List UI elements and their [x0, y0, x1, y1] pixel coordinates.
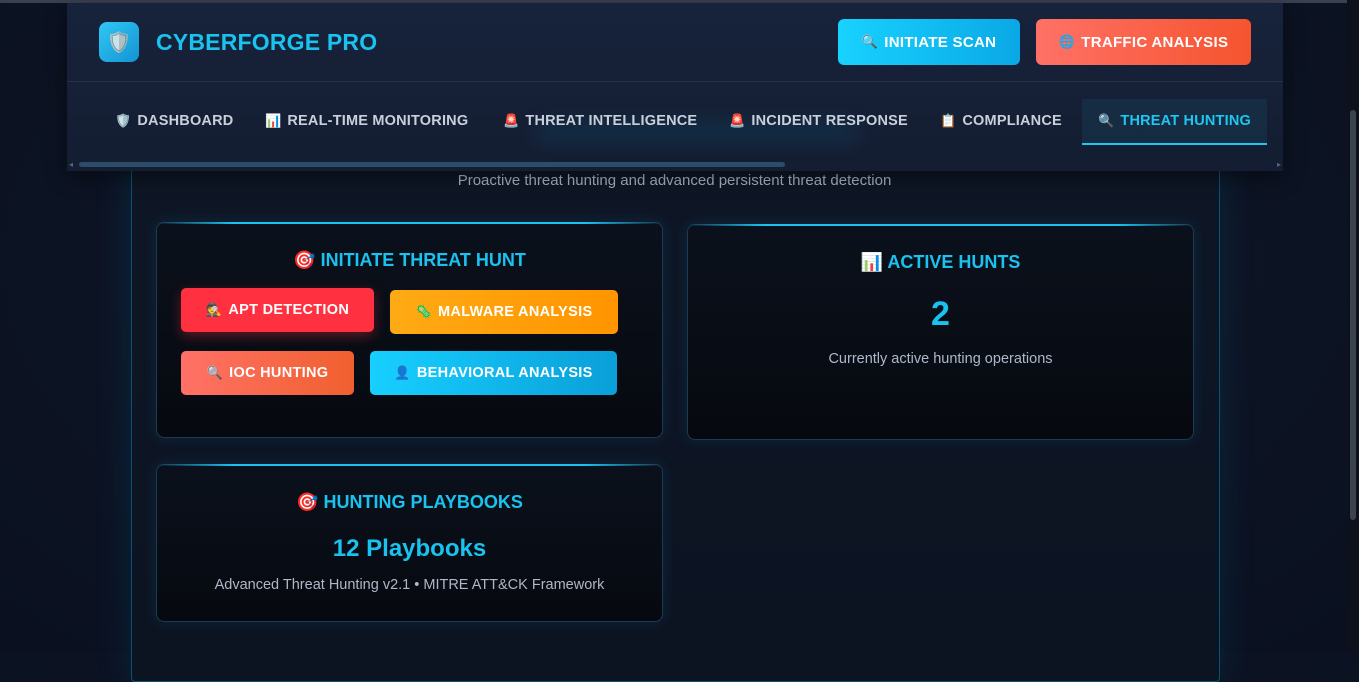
- tab-real-time-monitoring[interactable]: 📊 REAL-TIME MONITORING: [265, 99, 468, 143]
- card-title: 🎯 HUNTING PLAYBOOKS: [157, 492, 662, 513]
- shield-logo-icon: 🛡️: [99, 22, 139, 62]
- nav-tabs: 🛡️ DASHBOARD 📊 REAL-TIME MONITORING 🚨 TH…: [67, 82, 1283, 171]
- tab-label: THREAT HUNTING: [1120, 113, 1251, 129]
- card-title: 🎯 INITIATE THREAT HUNT: [157, 250, 662, 271]
- button-label: APT DETECTION: [228, 302, 350, 318]
- active-hunts-card: 📊 ACTIVE HUNTS 2 Currently active huntin…: [687, 224, 1194, 440]
- scroll-right-icon[interactable]: ▸: [1277, 160, 1281, 169]
- target-icon: 🎯: [296, 492, 319, 512]
- hunting-playbooks-card: 🎯 HUNTING PLAYBOOKS 12 Playbooks Advance…: [156, 464, 663, 622]
- scroll-left-icon[interactable]: ◂: [69, 160, 73, 169]
- button-label: MALWARE ANALYSIS: [438, 304, 593, 320]
- microbe-icon: 🦠: [415, 304, 433, 319]
- app-title: CYBERFORGE PRO: [156, 29, 378, 55]
- siren-icon: 🚨: [503, 113, 520, 128]
- search-icon: 🔍: [1098, 113, 1115, 128]
- initiate-scan-button[interactable]: 🔍 INITIATE SCAN: [838, 19, 1020, 65]
- traffic-analysis-button[interactable]: 🌐 TRAFFIC ANALYSIS: [1036, 19, 1251, 65]
- button-label: IOC HUNTING: [229, 365, 329, 381]
- tab-threat-hunting[interactable]: 🔍 THREAT HUNTING: [1082, 99, 1267, 145]
- active-hunts-count: 2: [931, 295, 950, 333]
- scrollbar-thumb[interactable]: [1350, 110, 1356, 520]
- initiate-scan-label: INITIATE SCAN: [884, 33, 997, 51]
- vertical-scrollbar[interactable]: [1347, 0, 1359, 652]
- shield-icon: 🛡️: [115, 113, 132, 128]
- brand-bar: 🛡️ CYBERFORGE PRO 🔍 INITIATE SCAN 🌐 TRAF…: [67, 3, 1283, 82]
- traffic-analysis-label: TRAFFIC ANALYSIS: [1081, 33, 1229, 51]
- tab-dashboard[interactable]: 🛡️ DASHBOARD: [115, 99, 233, 143]
- app-header: 🛡️ CYBERFORGE PRO 🔍 INITIATE SCAN 🌐 TRAF…: [67, 3, 1283, 171]
- search-icon: 🔍: [861, 34, 879, 49]
- apt-detection-button[interactable]: 🕵️ APT DETECTION: [181, 288, 374, 332]
- malware-analysis-button[interactable]: 🦠 MALWARE ANALYSIS: [390, 290, 618, 334]
- chart-icon: 📊: [860, 252, 884, 272]
- card-title-text: ACTIVE HUNTS: [887, 252, 1021, 272]
- user-icon: 👤: [394, 365, 411, 380]
- tab-compliance[interactable]: 📋 COMPLIANCE: [940, 99, 1062, 143]
- clipboard-icon: 📋: [940, 113, 957, 128]
- behavioral-analysis-button[interactable]: 👤 BEHAVIORAL ANALYSIS: [370, 351, 617, 395]
- tab-label: REAL-TIME MONITORING: [287, 113, 469, 129]
- card-title-text: HUNTING PLAYBOOKS: [323, 492, 523, 512]
- ioc-hunting-button[interactable]: 🔍 IOC HUNTING: [181, 351, 354, 395]
- playbooks-count: 12 Playbooks: [332, 535, 487, 562]
- tab-label: DASHBOARD: [137, 113, 234, 129]
- initiate-threat-hunt-card: 🎯 INITIATE THREAT HUNT 🕵️ APT DETECTION …: [156, 222, 663, 438]
- card-title-text: INITIATE THREAT HUNT: [320, 250, 526, 270]
- tabs-horizontal-scrollbar[interactable]: [79, 162, 785, 167]
- detective-icon: 🕵️: [205, 302, 223, 317]
- card-title: 📊 ACTIVE HUNTS: [688, 252, 1193, 273]
- tab-incident-response[interactable]: 🚨 INCIDENT RESPONSE: [729, 99, 908, 143]
- playbooks-description: Advanced Threat Hunting v2.1 • MITRE ATT…: [214, 577, 605, 593]
- target-icon: 🎯: [293, 250, 316, 270]
- tab-threat-intelligence[interactable]: 🚨 THREAT INTELLIGENCE: [503, 99, 697, 143]
- tab-label: INCIDENT RESPONSE: [751, 113, 908, 129]
- active-hunts-description: Currently active hunting operations: [828, 351, 1053, 367]
- page-subtitle: Proactive threat hunting and advanced pe…: [457, 172, 892, 189]
- siren-icon: 🚨: [729, 113, 746, 128]
- tab-label: COMPLIANCE: [962, 113, 1062, 129]
- button-label: BEHAVIORAL ANALYSIS: [416, 365, 593, 381]
- tab-label: THREAT INTELLIGENCE: [525, 113, 698, 129]
- globe-icon: 🌐: [1058, 34, 1076, 49]
- chart-icon: 📊: [265, 113, 282, 128]
- search-icon: 🔍: [206, 365, 224, 380]
